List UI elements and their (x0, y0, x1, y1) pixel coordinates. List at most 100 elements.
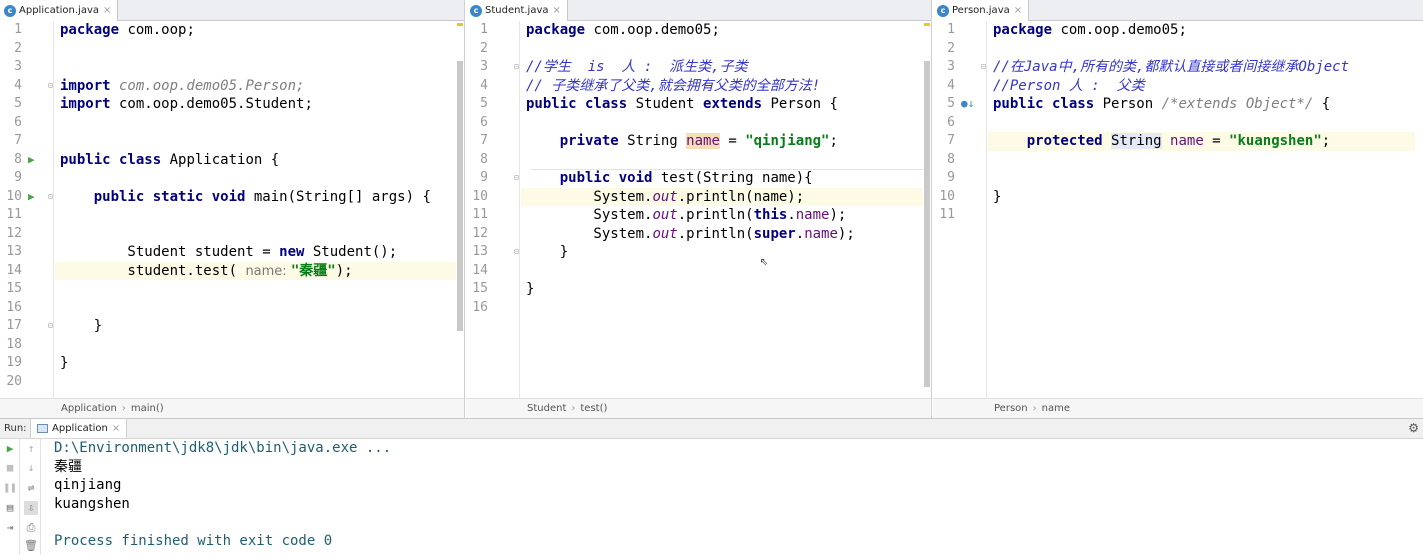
run-config-icon (37, 424, 48, 433)
breadcrumb-item[interactable]: Student (527, 403, 566, 414)
code-token: Student (627, 96, 704, 112)
line-number: 15 (6, 281, 22, 296)
breadcrumb: Student › test() (466, 398, 931, 418)
code-line: } (60, 317, 102, 336)
fold-marker-icon[interactable]: ⊟ (48, 188, 53, 207)
fold-marker-icon[interactable]: ⊟ (48, 317, 53, 336)
breadcrumb-item[interactable]: test() (580, 403, 607, 414)
line-number: 4 (480, 77, 488, 93)
code-token: } (60, 318, 103, 334)
code-token: out (652, 207, 678, 223)
code-token: System. (526, 207, 653, 223)
code-editor[interactable]: 1 2 3 4 5 6 7 8 9 10 11 12 13 14 15 16 ⊟ ⊟ ⊟ package co… (466, 21, 931, 398)
wrap-icon[interactable]: ⇌ (24, 481, 38, 495)
down-arrow-icon[interactable]: ↓ (24, 461, 38, 475)
run-icon[interactable]: ▶ (3, 442, 17, 456)
code-line: package com.oop.demo05; (526, 21, 720, 40)
code-token: name: (245, 263, 291, 279)
pause-icon[interactable]: ❚❚ (3, 481, 17, 495)
code-token: /*extends Object*/ (1161, 96, 1314, 112)
scrollbar[interactable] (923, 21, 931, 398)
code-token: out (652, 225, 678, 242)
code-token: Person { (762, 96, 838, 112)
code-token: "秦疆" (290, 262, 336, 279)
gutter: 1 2 3 4 5 6 7 8 9 10 11 (933, 21, 987, 398)
gear-icon[interactable]: ⚙ (1408, 421, 1419, 435)
console-text: Process finished with exit code 0 (54, 532, 333, 549)
line-number: 13 (472, 244, 488, 259)
run-console[interactable]: ▶ ■ ❚❚ ▤ ⇥ ↑ ↓ ⇌ ⇩ ⎙ 🗑 D:\Environment\jd… (0, 439, 1423, 555)
scroll-thumb[interactable] (924, 61, 930, 387)
close-icon[interactable]: × (103, 5, 111, 16)
tab-student-java[interactable]: c Student.java × (466, 0, 568, 21)
console-text: qinjiang (54, 477, 122, 493)
override-indicator-icon[interactable]: ●↓ (961, 95, 974, 114)
tab-application-java[interactable]: c Application.java × (0, 0, 119, 21)
line-number: 11 (939, 207, 955, 222)
console-text: D:\Environment\jdk8\jdk\bin\java.exe ... (54, 440, 392, 456)
code-token: String (1111, 133, 1162, 149)
close-icon[interactable]: × (553, 5, 561, 16)
code-line: //学生 is 人 : 派生类,子类 (526, 58, 748, 77)
up-arrow-icon[interactable]: ↑ (24, 442, 38, 456)
gutter: 1 2 3 4 5 6 7 8 9 10 11 12 13 14 15 16 17 18 19 20 (0, 21, 54, 398)
run-triangle-icon[interactable]: ▶ (28, 188, 35, 207)
tab-person-java[interactable]: c Person.java × (933, 0, 1030, 21)
fold-marker-icon[interactable]: ⊟ (981, 58, 986, 77)
scroll-end-icon[interactable]: ⇩ (24, 501, 38, 515)
code-token: //在Java中,所有的类,都默认直接或者间接继承Object (993, 59, 1350, 75)
close-icon[interactable]: × (1014, 5, 1022, 16)
code-token: .println(name); (677, 188, 805, 205)
code-line: } (526, 280, 534, 299)
code-token: com.oop; (119, 22, 195, 38)
code-editor[interactable]: 1 2 3 4 5 6 7 8 9 10 11 ●↓ ⊟ package com.oop.demo0… (933, 21, 1423, 398)
code-token: ); (837, 225, 855, 242)
code-line: System.out.println(name); (526, 188, 804, 207)
warning-marker[interactable] (457, 23, 463, 26)
scrollbar[interactable] (456, 21, 464, 398)
fold-marker-icon[interactable]: ⊟ (514, 243, 519, 262)
breadcrumb-item[interactable]: Application (61, 403, 117, 414)
code-token: } (526, 281, 535, 297)
code-token: package (60, 22, 120, 38)
breadcrumb-item[interactable]: Person (994, 403, 1028, 414)
scroll-thumb[interactable] (457, 61, 463, 331)
run-tab-application[interactable]: Application × (30, 419, 128, 438)
print-icon[interactable]: ⎙ (24, 521, 38, 535)
code-line: } (526, 243, 568, 262)
code-lines: package com.oop; import com.oop.demo05.Pe… (60, 21, 454, 398)
exit-icon[interactable]: ⇥ (3, 521, 17, 535)
code-token: public class (993, 96, 1095, 112)
stop-icon[interactable]: ■ (3, 461, 17, 475)
breadcrumb-item[interactable]: main() (131, 403, 164, 414)
gutter: 1 2 3 4 5 6 7 8 9 10 11 12 13 14 15 16 (466, 21, 520, 398)
line-number: 17 (6, 318, 22, 333)
run-triangle-icon[interactable]: ▶ (28, 151, 35, 170)
line-number: 4 (947, 77, 955, 93)
code-token: = (1203, 133, 1230, 149)
line-number: 2 (947, 40, 955, 56)
line-number: 7 (480, 133, 488, 148)
line-number: 11 (472, 207, 488, 222)
line-number: 13 (6, 244, 22, 259)
java-class-icon: c (4, 4, 16, 17)
code-line: package com.oop; (60, 21, 195, 40)
line-number: 9 (947, 170, 955, 185)
code-token: com.oop.demo05; (585, 22, 720, 38)
close-icon[interactable]: × (112, 423, 120, 434)
java-class-icon: c (470, 4, 482, 17)
trash-icon[interactable]: 🗑 (24, 539, 38, 553)
fold-marker-icon[interactable]: ⊟ (514, 58, 519, 77)
editor-pane-application: c Application.java × 1 2 3 4 5 6 7 8 9 10 11 12 13 14… (0, 0, 465, 418)
fold-marker-icon[interactable]: ⊟ (514, 169, 519, 188)
dump-icon[interactable]: ▤ (3, 501, 17, 515)
line-number: 12 (472, 225, 488, 241)
fold-marker-icon[interactable]: ⊟ (48, 77, 53, 96)
breadcrumb-item[interactable]: name (1042, 403, 1070, 414)
warning-marker[interactable] (924, 23, 930, 26)
code-line: System.out.println(super.name); (526, 225, 855, 244)
code-token: { (1313, 96, 1331, 112)
code-editor[interactable]: 1 2 3 4 5 6 7 8 9 10 11 12 13 14 15 16 17 18 19 20 ▶ ▶ ⊟ ⊟ … (0, 21, 464, 398)
